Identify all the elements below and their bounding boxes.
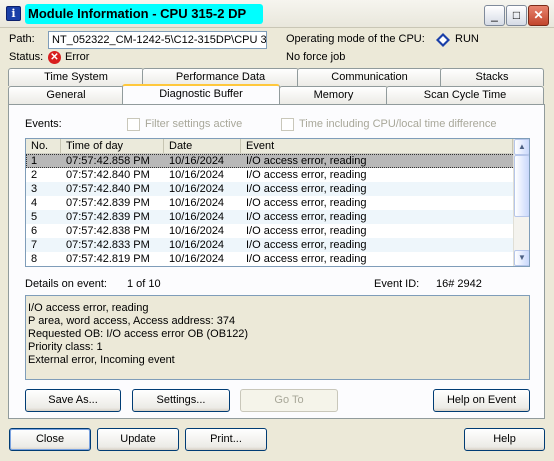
filter-settings-checkbox[interactable] [127,118,140,131]
events-scrollbar[interactable]: ▲ ▼ [513,139,529,266]
event-id-value: 16# 2942 [436,278,482,290]
column-header-date[interactable]: Date [164,139,241,153]
row-no: 7 [31,239,38,251]
row-date: 10/16/2024 [169,169,225,181]
details-line: External error, Incoming event [28,354,175,366]
table-row[interactable]: 3 07:57:42.840 PM 10/16/2024 I/O access … [26,182,529,196]
filter-settings-label: Filter settings active [145,118,243,130]
row-date: 10/16/2024 [169,183,225,195]
row-no: 2 [31,169,38,181]
status-value: Error [65,51,90,63]
details-count: 1 of 10 [127,278,161,290]
help-on-event-button[interactable]: Help on Event [433,389,530,412]
table-row[interactable]: 6 07:57:42.838 PM 10/16/2024 I/O access … [26,224,529,238]
row-event: I/O access error, reading [246,239,367,251]
close-window-button[interactable]: ✕ [528,5,549,26]
force-job-status: No force job [286,51,346,63]
row-date: 10/16/2024 [169,225,225,237]
run-diamond-icon [436,33,450,47]
details-line: Priority class: 1 [28,341,103,353]
opmode-label: Operating mode of the CPU: [286,33,425,45]
row-time: 07:57:42.840 PM [66,183,150,195]
tab-stacks[interactable]: Stacks [440,68,544,86]
row-event: I/O access error, reading [246,169,367,181]
details-line: Requested OB: I/O access error OB (OB122… [28,328,249,340]
row-time: 07:57:42.838 PM [66,225,150,237]
row-date: 10/16/2024 [169,155,225,167]
path-field[interactable]: NT_052322_CM-1242-5\C12-315DP\CPU 315-2 … [48,31,267,49]
tab-communication[interactable]: Communication [297,68,442,86]
row-time: 07:57:42.819 PM [66,253,150,265]
row-no: 1 [31,155,38,167]
tab-scan-cycle-time[interactable]: Scan Cycle Time [386,86,544,104]
row-no: 8 [31,253,38,265]
row-time: 07:57:42.840 PM [66,169,150,181]
table-row[interactable]: 2 07:57:42.840 PM 10/16/2024 I/O access … [26,168,529,182]
table-row[interactable]: 4 07:57:42.839 PM 10/16/2024 I/O access … [26,196,529,210]
scroll-up-icon[interactable]: ▲ [514,139,529,155]
details-line: I/O access error, reading [28,302,149,314]
row-event: I/O access error, reading [246,225,367,237]
time-difference-label: Time including CPU/local time difference [299,118,497,130]
opmode-value: RUN [455,33,479,45]
details-label: Details on event: [25,278,107,290]
row-event: I/O access error, reading [246,155,367,167]
row-time: 07:57:42.839 PM [66,197,150,209]
row-time: 07:57:42.833 PM [66,239,150,251]
status-label: Status: [9,51,44,63]
scroll-thumb[interactable] [514,155,529,217]
scroll-down-icon[interactable]: ▼ [514,250,529,266]
settings-button[interactable]: Settings... [132,389,230,412]
row-no: 5 [31,211,38,223]
time-difference-checkbox[interactable] [281,118,294,131]
events-label: Events: [25,118,62,130]
table-row[interactable]: 8 07:57:42.819 PM 10/16/2024 I/O access … [26,252,529,266]
list-header: No. Time of day Date Event [26,139,529,154]
event-id-label: Event ID: [374,278,420,290]
minimize-button[interactable]: _ [484,5,505,26]
close-button[interactable]: Close [9,428,91,451]
path-label: Path: [9,33,35,45]
row-no: 6 [31,225,38,237]
help-button[interactable]: Help [464,428,545,451]
row-date: 10/16/2024 [169,253,225,265]
row-date: 10/16/2024 [169,239,225,251]
row-no: 4 [31,197,38,209]
table-row[interactable]: 7 07:57:42.833 PM 10/16/2024 I/O access … [26,238,529,252]
events-list[interactable]: No. Time of day Date Event 1 07:57:42.85… [25,138,530,267]
row-date: 10/16/2024 [169,211,225,223]
table-row[interactable]: 5 07:57:42.839 PM 10/16/2024 I/O access … [26,210,529,224]
window-title: Module Information - CPU 315-2 DP [25,4,263,24]
tab-memory[interactable]: Memory [279,86,388,104]
details-line: P area, word access, Access address: 374 [28,315,236,327]
error-icon: ✕ [48,51,61,64]
row-time: 07:57:42.839 PM [66,211,150,223]
maximize-button[interactable]: □ [506,5,527,26]
row-date: 10/16/2024 [169,197,225,209]
row-no: 3 [31,183,38,195]
print-button[interactable]: Print... [185,428,267,451]
column-header-time[interactable]: Time of day [61,139,164,153]
table-row[interactable]: 1 07:57:42.858 PM 10/16/2024 I/O access … [26,154,529,168]
go-to-button[interactable]: Go To [240,389,338,412]
update-button[interactable]: Update [97,428,179,451]
row-event: I/O access error, reading [246,183,367,195]
row-event: I/O access error, reading [246,211,367,223]
module-info-icon: i [6,6,21,21]
row-time: 07:57:42.858 PM [66,155,150,167]
save-as-button[interactable]: Save As... [25,389,121,412]
row-event: I/O access error, reading [246,253,367,265]
tab-diagnostic-buffer[interactable]: Diagnostic Buffer [122,84,280,104]
column-header-event[interactable]: Event [241,139,513,153]
column-header-no[interactable]: No. [26,139,61,153]
event-details-box[interactable]: I/O access error, reading P area, word a… [25,295,530,380]
row-event: I/O access error, reading [246,197,367,209]
tab-general[interactable]: General [8,86,124,104]
